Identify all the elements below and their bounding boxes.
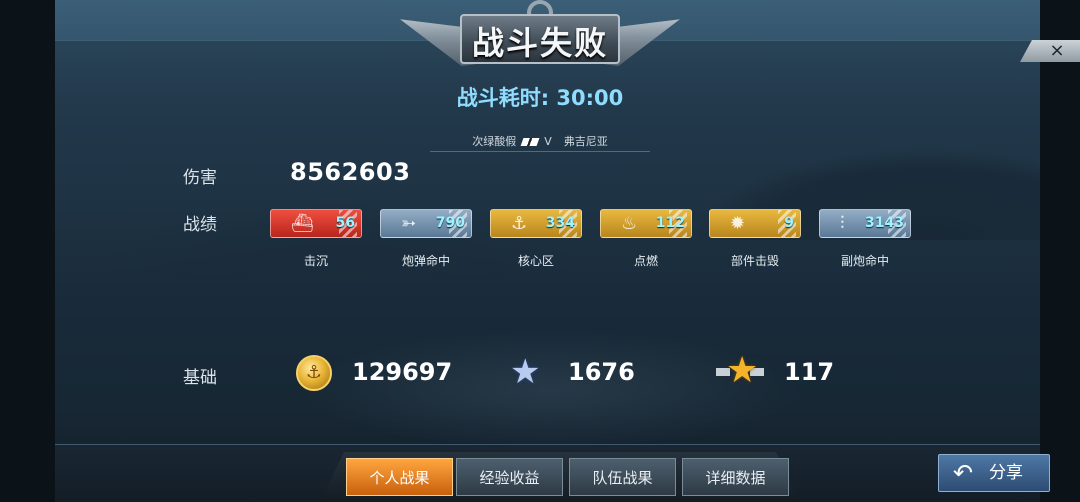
share-label: 分享	[989, 463, 1023, 483]
core-area-icon: ⚓	[511, 213, 528, 234]
badge-core-area[interactable]: ⚓ 334	[490, 209, 582, 238]
badge-value: 112	[655, 215, 685, 231]
damage-label: 伤害	[183, 168, 217, 188]
badge-component-destroy[interactable]: ✹ 9	[709, 209, 801, 238]
badge-caption: 副炮命中	[840, 254, 889, 268]
badge-value: 790	[435, 215, 465, 231]
badge-value: 3143	[865, 215, 904, 231]
result-title: 战斗失败	[471, 24, 608, 62]
share-button[interactable]: ↶ 分享	[938, 454, 1050, 492]
result-emblem: 战斗失败	[400, 0, 680, 82]
rank-value: 117	[784, 358, 835, 386]
left-border	[0, 0, 55, 502]
share-arrow-icon: ↶	[953, 459, 974, 487]
badge-caption: 炮弹命中	[401, 254, 450, 268]
versus: V	[544, 135, 552, 148]
badge-value: 334	[545, 215, 575, 231]
badge-caption: 部件击毁	[730, 254, 779, 268]
badge-secondary-gun-hit[interactable]: ⫶ 3143	[819, 209, 911, 238]
right-border	[1040, 0, 1080, 502]
component-destroy-icon: ✹	[730, 213, 746, 234]
secondary-gun-hit-icon: ⫶	[840, 213, 845, 234]
base-label: 基础	[183, 368, 217, 388]
badge-caption: 点燃	[633, 254, 658, 268]
blue-star-icon: ★	[510, 352, 541, 392]
tab-details[interactable]: 详细数据	[682, 458, 789, 496]
divider	[430, 151, 650, 152]
match-teams: 次绿酸假 V 弗吉尼亚	[380, 133, 700, 149]
ship-sunk-icon: ⛴	[291, 213, 314, 234]
exp-value: 1676	[568, 358, 635, 386]
tab-personal[interactable]: 个人战果	[346, 458, 453, 496]
badge-ignite[interactable]: ♨ 112	[600, 209, 692, 238]
shell-hit-icon: ➳	[401, 213, 417, 234]
flag-icon	[520, 138, 540, 146]
battle-duration: 战斗耗时: 30:00	[456, 86, 624, 110]
ignite-icon: ♨	[621, 213, 638, 234]
coins-value: 129697	[352, 358, 453, 386]
badge-caption: 击沉	[303, 254, 328, 268]
team-right: 弗吉尼亚	[563, 135, 608, 148]
badge-sunk[interactable]: ⛴ 56	[270, 209, 362, 238]
tab-team[interactable]: 队伍战果	[569, 458, 676, 496]
tab-experience[interactable]: 经验收益	[456, 458, 563, 496]
team-left: 次绿酸假	[472, 135, 517, 148]
gold-star-icon: ★	[716, 352, 764, 390]
badge-value: 56	[335, 215, 355, 231]
damage-value: 8562603	[290, 158, 411, 186]
badge-caption: 核心区	[517, 254, 554, 268]
record-label: 战绩	[183, 215, 217, 235]
badge-value: 9	[784, 215, 794, 231]
close-icon: ×	[1049, 40, 1065, 61]
gold-coin-icon: ⚓	[296, 355, 332, 391]
badge-shell-hit[interactable]: ➳ 790	[380, 209, 472, 238]
